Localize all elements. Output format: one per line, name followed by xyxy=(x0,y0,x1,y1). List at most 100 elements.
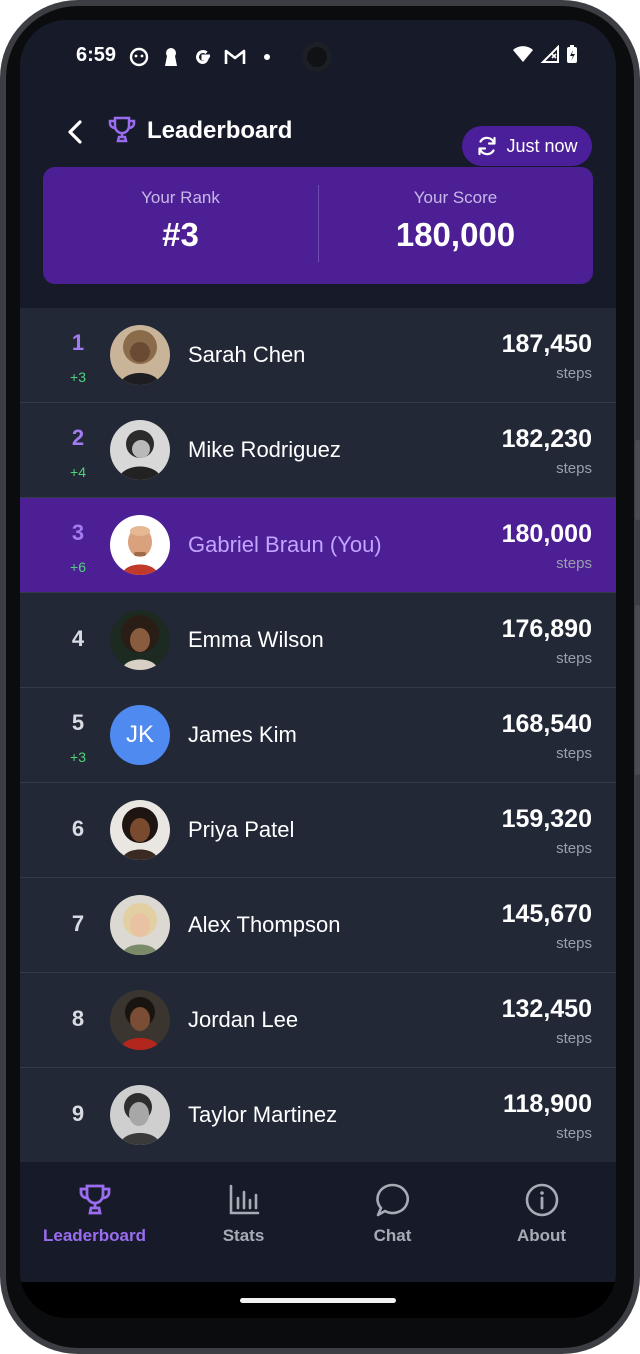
nav-about[interactable]: About xyxy=(467,1182,616,1246)
score-unit: steps xyxy=(556,1125,592,1142)
player-score: 168,540 xyxy=(501,710,592,738)
your-score: Your Score 180,000 xyxy=(318,167,593,284)
refresh-icon xyxy=(478,136,497,156)
trophy-icon xyxy=(77,1182,113,1218)
player-score: 187,450 xyxy=(501,330,592,358)
score-unit: steps xyxy=(556,1030,592,1047)
player-score: 132,450 xyxy=(501,995,592,1023)
player-score: 182,230 xyxy=(501,425,592,453)
player-score: 180,000 xyxy=(501,520,592,548)
rank-number: 9 xyxy=(71,1101,85,1126)
player-name: Alex Thompson xyxy=(188,912,341,937)
app-notification-icon xyxy=(128,46,150,68)
avatar xyxy=(110,800,170,860)
rank-number: 7 xyxy=(71,911,85,936)
chevron-left-icon xyxy=(68,120,82,144)
leaderboard-row[interactable]: 9 Taylor Martinez 118,900 steps xyxy=(20,1068,616,1162)
home-gesture-handle[interactable] xyxy=(240,1298,396,1303)
nav-label: About xyxy=(516,1226,567,1245)
phone-frame: 6:59 Leaderboard Just now Your Rank #3 Y… xyxy=(0,0,640,1354)
rank-change: +4 xyxy=(70,464,86,480)
your-score-value: 180,000 xyxy=(395,216,516,253)
rank-summary-card: Your Rank #3 Your Score 180,000 xyxy=(43,167,593,284)
nav-label: Leaderboard xyxy=(43,1226,146,1245)
volume-button xyxy=(635,440,640,520)
player-score: 176,890 xyxy=(501,615,592,643)
gmail-icon xyxy=(224,46,246,68)
score-unit: steps xyxy=(556,840,592,857)
google-icon xyxy=(192,46,214,68)
app-screen: 6:59 Leaderboard Just now Your Rank #3 Y… xyxy=(20,20,616,1318)
rank-number: 8 xyxy=(71,1006,85,1031)
leaderboard-row-current-user[interactable]: 3 +6 Gabriel Braun (You) 180,000 steps xyxy=(20,498,616,593)
player-name: Sarah Chen xyxy=(188,342,306,367)
leaderboard-row[interactable]: 7 Alex Thompson 145,670 steps xyxy=(20,878,616,973)
system-icons xyxy=(512,44,578,69)
info-icon xyxy=(524,1182,560,1218)
page-title: Leaderboard xyxy=(147,117,293,144)
player-name: Gabriel Braun (You) xyxy=(188,532,382,557)
score-unit: steps xyxy=(556,365,592,382)
leaderboard-row[interactable]: 5 +3 JK James Kim 168,540 steps xyxy=(20,688,616,783)
refresh-label: Just now xyxy=(506,135,578,156)
status-bar: 6:59 xyxy=(20,20,616,96)
nav-leaderboard[interactable]: Leaderboard xyxy=(20,1182,169,1246)
refresh-button[interactable]: Just now xyxy=(462,126,592,166)
avatar-initials: JK xyxy=(110,705,170,765)
rank-number: 5 xyxy=(71,710,85,735)
nav-stats[interactable]: Stats xyxy=(169,1182,318,1246)
bottom-navigation: Leaderboard Stats Chat About xyxy=(20,1162,616,1282)
player-score: 159,320 xyxy=(501,805,592,833)
score-unit: steps xyxy=(556,935,592,952)
your-rank-value: #3 xyxy=(162,216,199,253)
your-rank: Your Rank #3 xyxy=(43,167,318,284)
your-rank-label: Your Rank xyxy=(141,188,220,207)
score-unit: steps xyxy=(556,745,592,762)
power-button xyxy=(635,605,640,775)
back-button[interactable] xyxy=(60,114,92,150)
bar-chart-icon xyxy=(226,1182,262,1218)
rank-change: +6 xyxy=(70,559,86,575)
avatar xyxy=(110,515,170,575)
app-header: Leaderboard Just now xyxy=(20,104,616,166)
player-name: Priya Patel xyxy=(188,817,295,842)
leaderboard-list[interactable]: 1 +3 Sarah Chen 187,450 steps 2 +4 Mike … xyxy=(20,308,616,1162)
cell-signal-icon xyxy=(540,44,560,68)
avatar xyxy=(110,610,170,670)
more-notifications-dot-icon xyxy=(256,46,278,68)
player-score: 145,670 xyxy=(501,900,592,928)
keyhole-icon xyxy=(160,46,182,68)
avatar xyxy=(110,895,170,955)
player-name: Taylor Martinez xyxy=(188,1102,338,1127)
player-name: Jordan Lee xyxy=(188,1007,299,1032)
score-unit: steps xyxy=(556,650,592,667)
player-name: James Kim xyxy=(188,722,297,747)
notification-icons xyxy=(128,46,278,68)
nav-label: Stats xyxy=(222,1226,265,1245)
trophy-icon xyxy=(106,114,138,146)
wifi-icon xyxy=(512,45,534,68)
avatar xyxy=(110,990,170,1050)
rank-number: 4 xyxy=(71,626,85,651)
front-camera xyxy=(302,42,332,72)
your-score-label: Your Score xyxy=(413,188,498,207)
leaderboard-row[interactable]: 2 +4 Mike Rodriguez 182,230 steps xyxy=(20,403,616,498)
leaderboard-row[interactable]: 6 Priya Patel 159,320 steps xyxy=(20,783,616,878)
rank-number: 3 xyxy=(71,520,85,545)
player-name: Mike Rodriguez xyxy=(188,437,341,462)
score-unit: steps xyxy=(556,555,592,572)
leaderboard-row[interactable]: 4 Emma Wilson 176,890 steps xyxy=(20,593,616,688)
rank-number: 1 xyxy=(71,330,85,355)
nav-chat[interactable]: Chat xyxy=(318,1182,467,1246)
rank-change: +3 xyxy=(70,749,86,765)
avatar xyxy=(110,1085,170,1145)
rank-number: 2 xyxy=(71,425,85,450)
status-time: 6:59 xyxy=(76,44,117,66)
avatar xyxy=(110,420,170,480)
leaderboard-row[interactable]: 8 Jordan Lee 132,450 steps xyxy=(20,973,616,1068)
battery-charging-icon xyxy=(566,44,578,69)
leaderboard-row[interactable]: 1 +3 Sarah Chen 187,450 steps xyxy=(20,308,616,403)
rank-number: 6 xyxy=(71,816,85,841)
avatar xyxy=(110,325,170,385)
chat-bubble-icon xyxy=(375,1182,411,1218)
